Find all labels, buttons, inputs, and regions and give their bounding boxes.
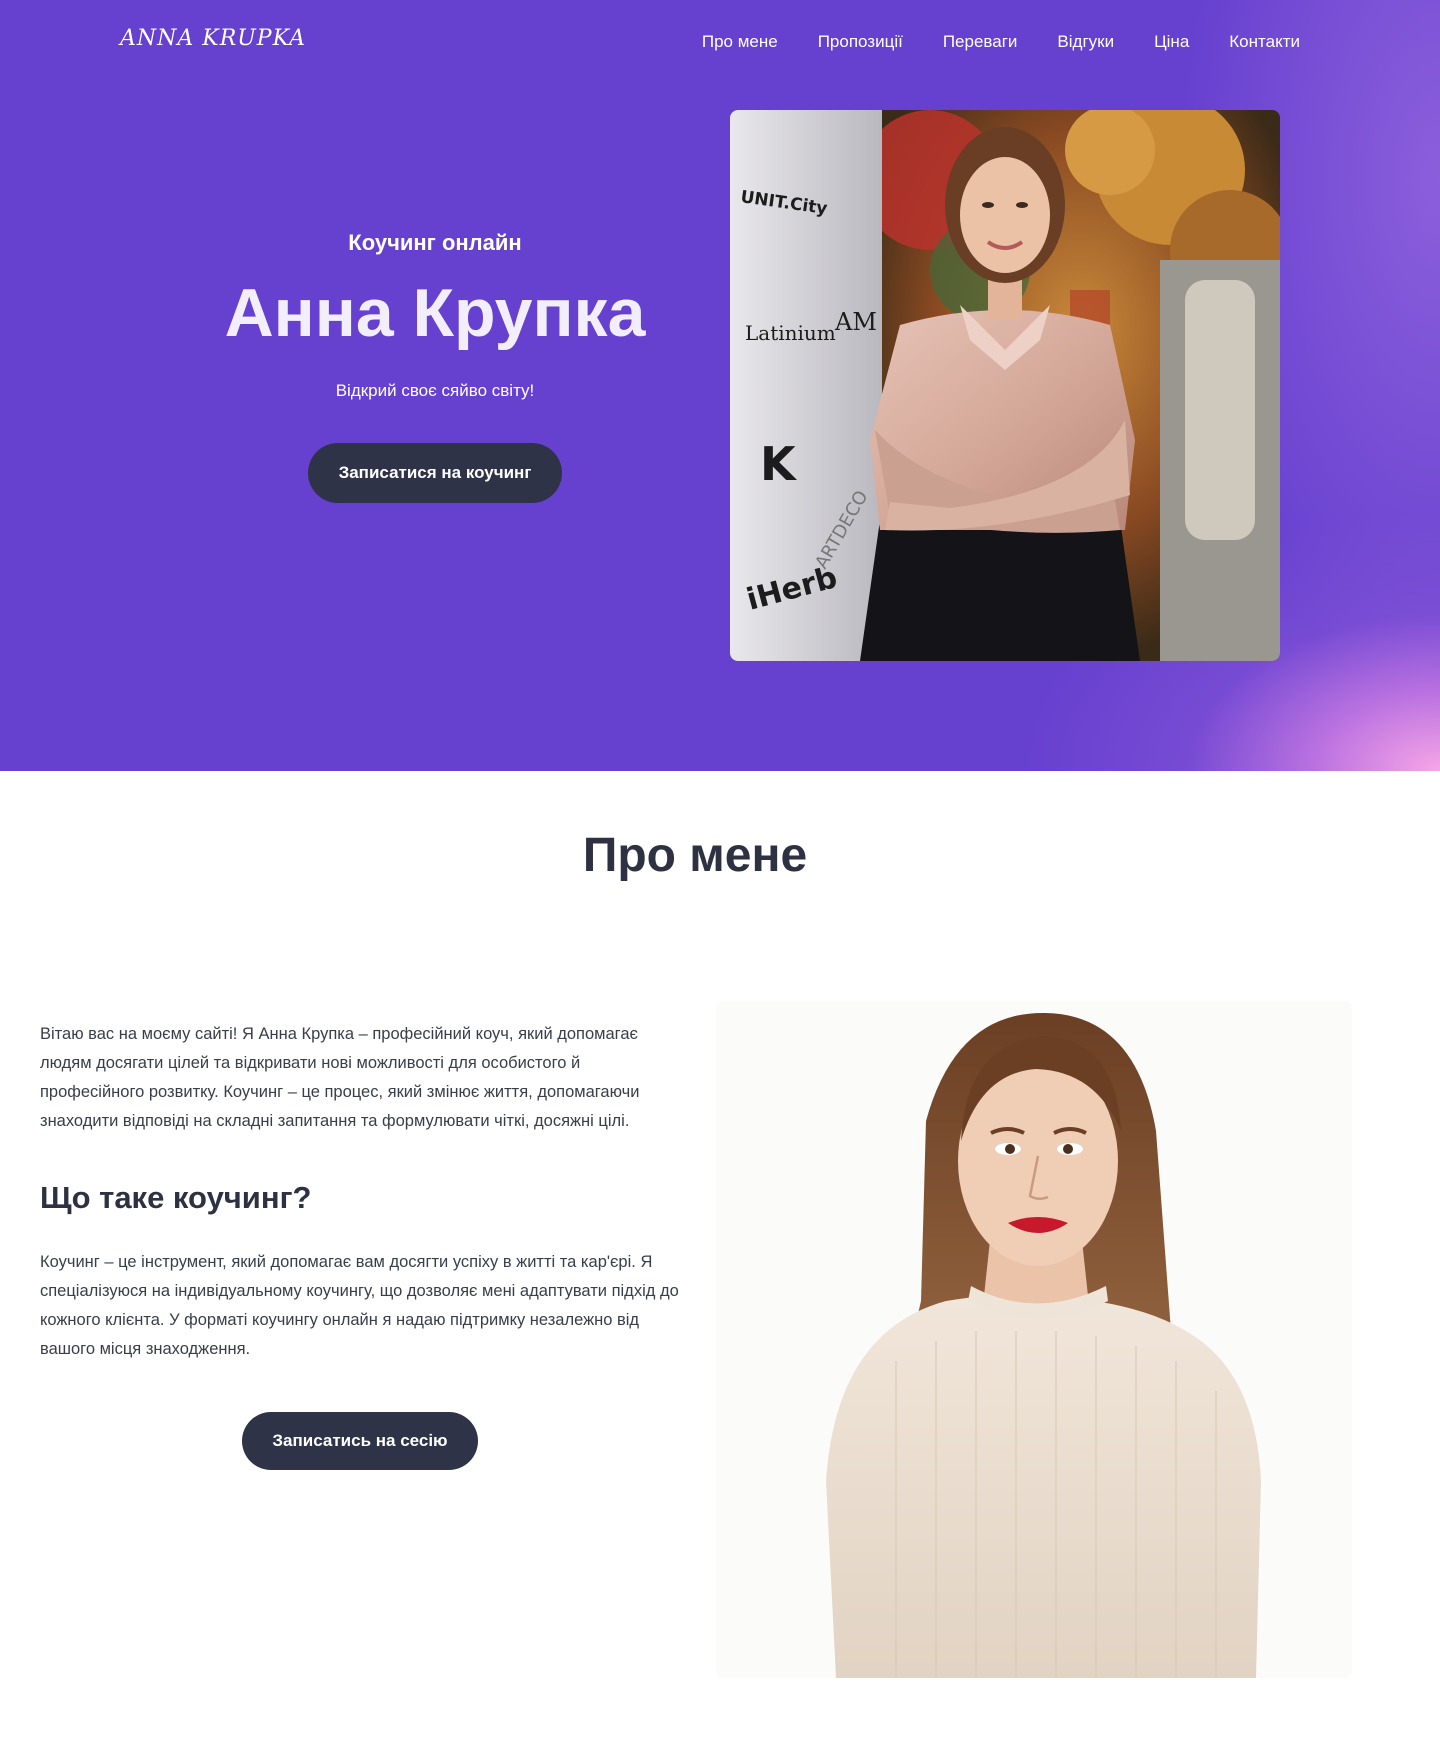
hero-photo-illustration: UNIT.City Latinium AM K iHerb ARTDECO [730,110,1280,661]
what-is-coaching-heading: Що таке коучинг? [40,1180,312,1215]
hero-section: ANNA KRUPKA Про мене Пропозиції Переваги… [0,0,1440,771]
coaching-description-paragraph: Коучинг – це інструмент, який допомагає … [40,1253,679,1358]
hero-kicker: Коучинг онлайн [348,230,522,255]
about-section-title: Про мене [582,829,808,882]
nav-link-contacts[interactable]: Контакти [1229,32,1300,52]
book-coaching-button[interactable]: Записатися на коучинг [307,443,563,504]
top-navigation: ANNA KRUPKA Про мене Пропозиції Переваги… [0,0,1440,86]
hero-portrait-photo: UNIT.City Latinium AM K iHerb ARTDECO [730,110,1280,661]
svg-text:AM: AM [834,308,877,336]
nav-menu: Про мене Пропозиції Переваги Відгуки Цін… [702,32,1300,52]
svg-text:Latinium: Latinium [745,321,836,345]
nav-link-price[interactable]: Ціна [1154,32,1189,52]
hero-subtitle: Відкрий своє сяйво світу! [335,381,535,401]
about-photo-illustration [716,1001,1352,1678]
nav-link-reviews[interactable]: Відгуки [1057,32,1114,52]
about-text-block: Вітаю вас на моєму сайті! Я Анна Крупка … [40,1020,680,1470]
site-logo[interactable]: ANNA KRUPKA [120,26,306,51]
book-session-button[interactable]: Записатись на сесію [242,1412,478,1470]
nav-link-advantages[interactable]: Переваги [943,32,1018,52]
nav-link-offers[interactable]: Пропозиції [818,32,903,52]
about-button-wrap: Записатись на сесію [40,1412,680,1470]
hero-text-block: Коучинг онлайн Анна Крупка Відкрий своє … [80,230,790,504]
about-intro-paragraph: Вітаю вас на моєму сайті! Я Анна Крупка … [40,1025,640,1130]
nav-link-about[interactable]: Про мене [702,32,778,52]
svg-text:K: K [760,437,798,491]
hero-title: Анна Крупка [224,275,646,351]
about-portrait-photo [716,1001,1352,1678]
